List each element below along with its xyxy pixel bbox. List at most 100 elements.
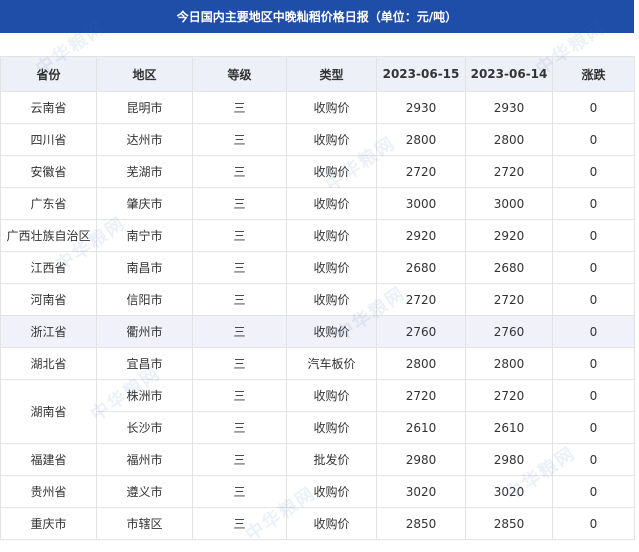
cell-price-previous: 2800 [465, 123, 553, 156]
cell-type: 收购价 [286, 251, 377, 284]
cell-province: 安徽省 [0, 155, 97, 188]
cell-price-current: 2720 [376, 155, 466, 188]
cell-grade: 三 [192, 219, 287, 252]
cell-price-previous: 2920 [465, 219, 553, 252]
cell-region: 福州市 [96, 443, 193, 476]
col-header-date-previous: 2023-06-14 [465, 56, 553, 92]
cell-price-previous: 2800 [465, 347, 553, 380]
cell-change: 0 [552, 123, 635, 156]
report-title: 今日国内主要地区中晚籼稻价格日报（单位：元/吨） [176, 10, 458, 24]
cell-price-previous: 2680 [465, 251, 553, 284]
cell-price-current: 2930 [376, 91, 466, 124]
cell-price-previous: 2720 [465, 283, 553, 316]
table-row: 长沙市 三 收购价 2610 2610 0 [1, 411, 635, 444]
cell-grade: 三 [192, 283, 287, 316]
table-row: 江西省 南昌市 三 收购价 2680 2680 0 [0, 251, 635, 284]
table-row: 安徽省 芜湖市 三 收购价 2720 2720 0 [0, 155, 635, 188]
cell-region: 宜昌市 [96, 347, 193, 380]
cell-province: 湖北省 [0, 347, 97, 380]
cell-change: 0 [552, 187, 635, 220]
cell-grade: 三 [192, 475, 287, 508]
cell-change: 0 [552, 507, 635, 540]
cell-province: 重庆市 [0, 507, 97, 540]
cell-grade: 三 [192, 443, 287, 476]
cell-change: 0 [552, 411, 635, 444]
table-row: 重庆市 市辖区 三 收购价 2850 2850 0 [0, 507, 635, 540]
cell-province: 湖南省 [0, 379, 97, 444]
cell-change: 0 [552, 443, 635, 476]
cell-region: 遵义市 [96, 475, 193, 508]
cell-region: 衢州市 [96, 315, 193, 348]
col-header-date-current: 2023-06-15 [376, 56, 466, 92]
cell-change: 0 [552, 347, 635, 380]
cell-price-current: 2720 [376, 379, 466, 412]
cell-price-current: 2610 [376, 411, 466, 444]
cell-type: 收购价 [286, 379, 377, 412]
cell-province: 广东省 [0, 187, 97, 220]
table-row: 湖南省 株洲市 三 收购价 2720 2720 0 [0, 379, 635, 444]
col-header-region: 地区 [96, 56, 193, 92]
cell-grade: 三 [192, 507, 287, 540]
cell-province: 江西省 [0, 251, 97, 284]
cell-type: 收购价 [286, 187, 377, 220]
cell-province: 云南省 [0, 91, 97, 124]
cell-price-current: 3000 [376, 187, 466, 220]
cell-province: 贵州省 [0, 475, 97, 508]
cell-province: 河南省 [0, 283, 97, 316]
cell-region: 南昌市 [96, 251, 193, 284]
cell-change: 0 [552, 283, 635, 316]
price-table: 省份 地区 等级 类型 2023-06-15 2023-06-14 涨跌 云南省… [0, 56, 635, 540]
cell-region: 肇庆市 [96, 187, 193, 220]
cell-type: 汽车板价 [286, 347, 377, 380]
table-row: 湖北省 宜昌市 三 汽车板价 2800 2800 0 [0, 347, 635, 380]
col-header-grade: 等级 [192, 56, 287, 92]
cell-type: 收购价 [286, 91, 377, 124]
table-row: 贵州省 遵义市 三 收购价 3020 3020 0 [0, 475, 635, 508]
cell-type: 收购价 [286, 315, 377, 348]
cell-price-previous: 3020 [465, 475, 553, 508]
cell-type: 收购价 [286, 283, 377, 316]
cell-change: 0 [552, 91, 635, 124]
cell-province: 四川省 [0, 123, 97, 156]
cell-price-previous: 2720 [465, 379, 553, 412]
table-row: 广西壮族自治区 南宁市 三 收购价 2920 2920 0 [0, 219, 635, 252]
cell-region: 长沙市 [96, 411, 193, 444]
cell-change: 0 [552, 219, 635, 252]
cell-type: 收购价 [286, 219, 377, 252]
cell-change: 0 [552, 379, 635, 412]
cell-grade: 三 [192, 251, 287, 284]
col-header-province: 省份 [0, 56, 97, 92]
cell-province: 浙江省 [0, 315, 97, 348]
cell-price-current: 2760 [376, 315, 466, 348]
report-title-banner: 今日国内主要地区中晚籼稻价格日报（单位：元/吨） [0, 0, 634, 33]
cell-price-current: 2920 [376, 219, 466, 252]
cell-price-previous: 3000 [465, 187, 553, 220]
col-header-change: 涨跌 [552, 56, 635, 92]
cell-grade: 三 [192, 123, 287, 156]
cell-change: 0 [552, 475, 635, 508]
cell-type: 批发价 [286, 443, 377, 476]
cell-price-current: 3020 [376, 475, 466, 508]
table-row: 河南省 信阳市 三 收购价 2720 2720 0 [0, 283, 635, 316]
cell-change: 0 [552, 251, 635, 284]
cell-region: 南宁市 [96, 219, 193, 252]
cell-change: 0 [552, 315, 635, 348]
cell-type: 收购价 [286, 155, 377, 188]
cell-price-current: 2800 [376, 347, 466, 380]
cell-province: 福建省 [0, 443, 97, 476]
cell-type: 收购价 [286, 475, 377, 508]
table-row: 广东省 肇庆市 三 收购价 3000 3000 0 [0, 187, 635, 220]
table-row: 福建省 福州市 三 批发价 2980 2980 0 [0, 443, 635, 476]
col-header-type: 类型 [286, 56, 377, 92]
table-row: 四川省 达州市 三 收购价 2800 2800 0 [0, 123, 635, 156]
cell-grade: 三 [192, 411, 287, 444]
cell-region: 信阳市 [96, 283, 193, 316]
cell-price-previous: 2930 [465, 91, 553, 124]
cell-price-previous: 2980 [465, 443, 553, 476]
table-row: 浙江省 衢州市 三 收购价 2760 2760 0 [0, 315, 635, 348]
cell-type: 收购价 [286, 411, 377, 444]
cell-price-previous: 2720 [465, 155, 553, 188]
cell-price-previous: 2850 [465, 507, 553, 540]
cell-type: 收购价 [286, 507, 377, 540]
cell-price-current: 2720 [376, 283, 466, 316]
